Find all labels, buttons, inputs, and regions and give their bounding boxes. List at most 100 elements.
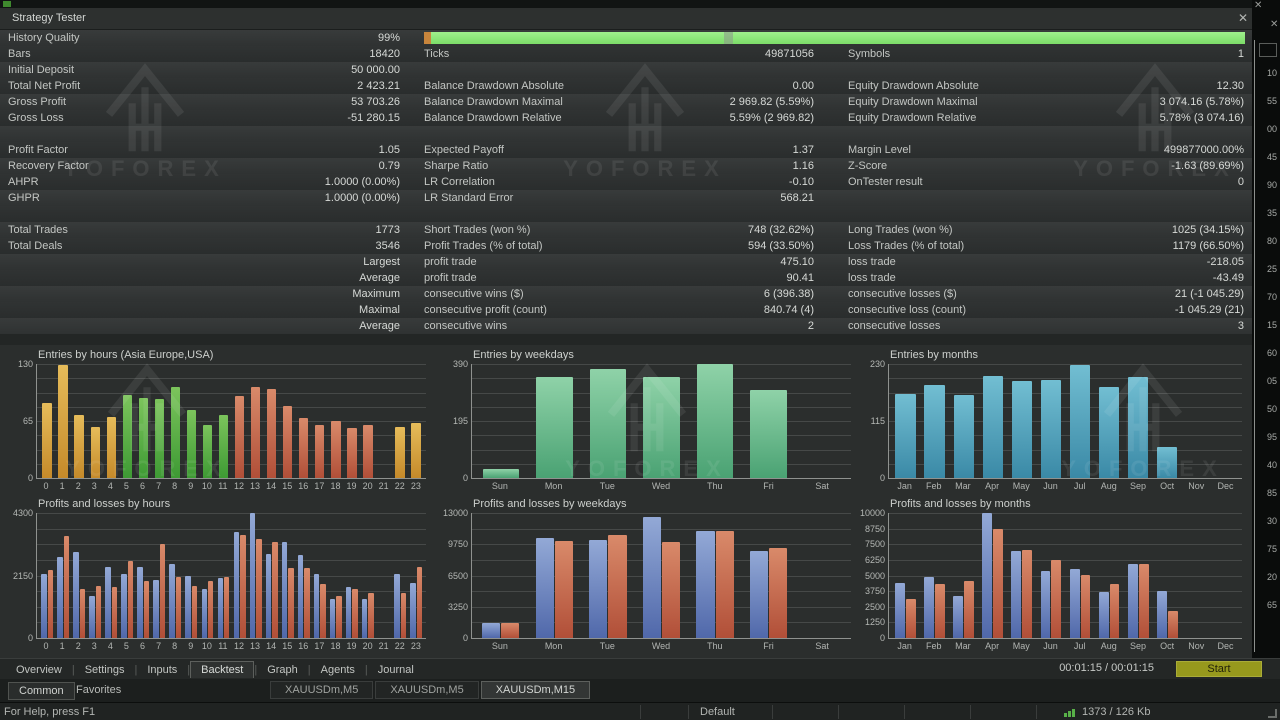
bar-slot: [248, 513, 264, 638]
charts-area: Entries by hours (Asia Europe,USA)130650…: [0, 345, 1252, 658]
bar-slot: [635, 364, 689, 478]
stat-label: Gross Loss: [8, 112, 64, 124]
bar: [235, 396, 244, 478]
tab-settings[interactable]: Settings: [75, 662, 135, 678]
x-axis-label: 6: [134, 641, 150, 654]
bar-slot: [199, 364, 215, 478]
bar: [1157, 591, 1167, 638]
bar-slot: [167, 364, 183, 478]
x-axis-label: Jul: [1065, 481, 1094, 494]
x-axis-label: 22: [392, 641, 408, 654]
bar: [536, 538, 554, 638]
subtab-common[interactable]: Common: [8, 682, 75, 700]
bar: [662, 542, 680, 638]
bar: [716, 531, 734, 638]
y-axis-label: 390: [438, 359, 468, 369]
tab-journal[interactable]: Journal: [368, 662, 424, 678]
y-axis-label: 5000: [855, 571, 885, 581]
chart-title: Profits and losses by months: [890, 498, 1031, 510]
bar: [73, 552, 78, 638]
stat-row: OnTester result0: [848, 174, 1244, 190]
bar: [590, 369, 626, 478]
y-axis-label: 2500: [855, 602, 885, 612]
bar-slot: [978, 364, 1007, 478]
bar-slot: [360, 513, 376, 638]
stat-label: GHPR: [8, 192, 40, 204]
bar: [171, 387, 180, 478]
stat-label: LR Correlation: [424, 176, 495, 188]
bar-slot: [1036, 364, 1065, 478]
bar-slot: [1211, 513, 1240, 638]
chart: Profits and losses by weekdays1300097506…: [443, 497, 857, 655]
tab-backtest[interactable]: Backtest: [190, 661, 254, 678]
x-axis-label: 20: [360, 641, 376, 654]
bar: [953, 596, 963, 638]
bar: [96, 586, 101, 638]
bar: [41, 574, 46, 638]
y-axis-label: 9750: [438, 539, 468, 549]
stat-row: loss trade-218.05: [848, 254, 1244, 270]
tab-agents[interactable]: Agents: [311, 662, 365, 678]
x-axis-label: 2: [70, 641, 86, 654]
x-axis-label: Wed: [634, 481, 688, 494]
stat-value: 3: [1238, 320, 1244, 332]
subtab-favorites[interactable]: Favorites: [66, 682, 131, 698]
bar: [1022, 550, 1032, 638]
stat-value: 12.30: [1216, 80, 1244, 92]
bar-slot: [581, 513, 635, 638]
bar-slot: [376, 364, 392, 478]
x-axis-label: 5: [118, 481, 134, 494]
tab-graph[interactable]: Graph: [257, 662, 308, 678]
chart: Entries by hours (Asia Europe,USA)130650…: [8, 348, 432, 495]
stat-label: History Quality: [8, 32, 80, 44]
progress-fill: [431, 32, 1245, 44]
tester-tab-bar: Overview|Settings|Inputs|Backtest|Graph|…: [0, 658, 1280, 680]
bar: [895, 394, 915, 478]
status-profile[interactable]: Default: [700, 706, 735, 718]
stat-row: Long Trades (won %)1025 (34.15%): [848, 222, 1244, 238]
x-axis-label: 8: [167, 481, 183, 494]
stat-value: 18420: [369, 48, 400, 60]
bar: [139, 398, 148, 478]
chart-window-tab[interactable]: XAUUSDm,M15: [481, 681, 590, 699]
y-axis-label: 0: [855, 633, 885, 643]
tab-inputs[interactable]: Inputs: [137, 662, 187, 678]
stat-row: [848, 126, 1244, 142]
bar: [298, 555, 303, 638]
x-axis-label: 0: [38, 641, 54, 654]
stat-row: Recovery Factor0.79: [8, 158, 400, 174]
bar: [169, 564, 174, 638]
tab-overview[interactable]: Overview: [6, 662, 72, 678]
stat-row: [848, 62, 1244, 78]
x-axis-label: 17: [311, 641, 327, 654]
tester-close-icon[interactable]: ✕: [1238, 11, 1248, 25]
price-scale-fragment: 00: [1267, 124, 1277, 134]
stat-value: -1 045.29 (21): [1175, 304, 1244, 316]
x-axis-label: 23: [408, 481, 424, 494]
metatrader-strategy-tester: ✕ Strategy Tester ✕ History Quality99%Ba…: [0, 0, 1280, 720]
start-button[interactable]: Start: [1176, 661, 1262, 677]
x-axis-labels: 01234567891011121314151617181920212223: [36, 641, 426, 654]
bg-scrollbar[interactable]: [1254, 40, 1255, 652]
bg-chart-close-icon[interactable]: ✕: [1270, 19, 1278, 30]
bar: [1051, 560, 1061, 638]
statistics-table: History Quality99%Bars18420Initial Depos…: [0, 30, 1252, 334]
chart-window-tab[interactable]: XAUUSDm,M5: [375, 681, 478, 699]
stat-value: 3 074.16 (5.78%): [1160, 96, 1244, 108]
bar: [187, 410, 196, 478]
bar: [42, 403, 51, 478]
x-axis-label: Jan: [890, 481, 919, 494]
bg-close-icon[interactable]: ✕: [1254, 0, 1262, 11]
x-axis-label: 3: [86, 481, 102, 494]
stat-value: Largest: [363, 256, 400, 268]
bar-slot: [581, 364, 635, 478]
x-axis-label: 4: [102, 481, 118, 494]
bg-restore-icon[interactable]: [1259, 43, 1277, 57]
bar: [224, 577, 229, 638]
bar: [924, 577, 934, 638]
stat-label: Sharpe Ratio: [424, 160, 488, 172]
bar-slot: [1124, 364, 1153, 478]
stat-row: [424, 206, 814, 222]
resize-grip[interactable]: [1268, 709, 1277, 718]
chart-window-tab[interactable]: XAUUSDm,M5: [270, 681, 373, 699]
